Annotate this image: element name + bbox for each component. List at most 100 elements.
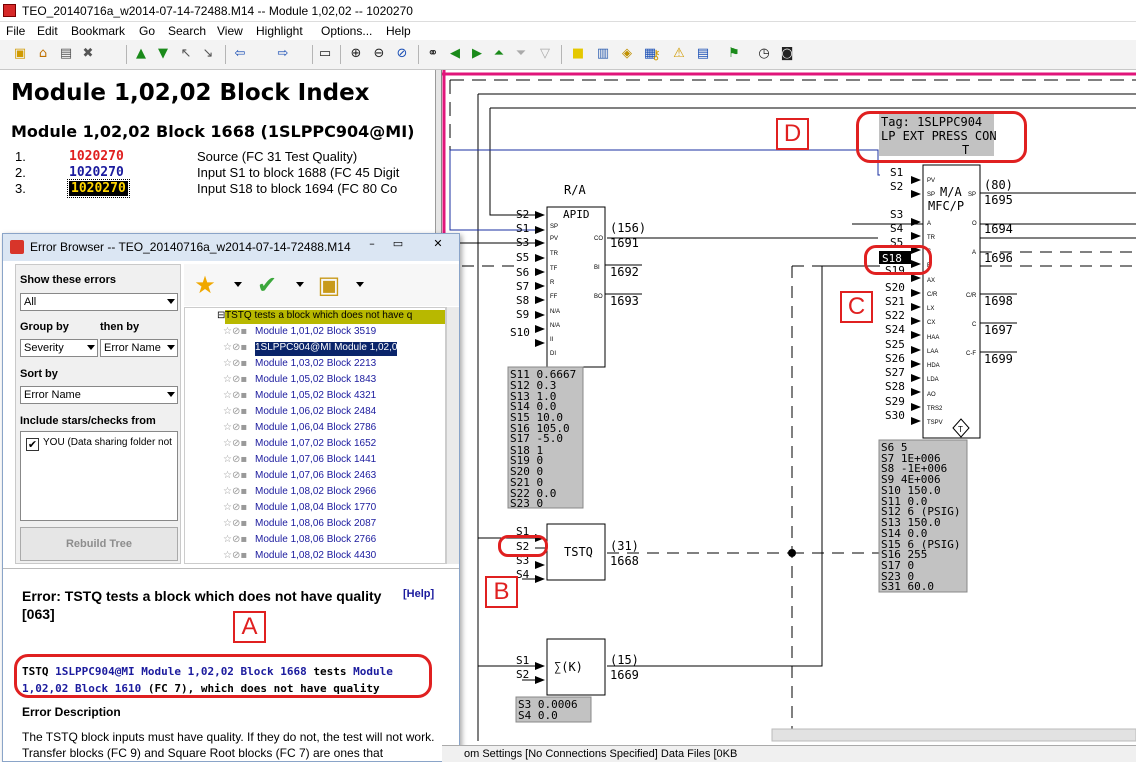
mfcp-output-block[interactable]: 1696 <box>984 251 1013 265</box>
chevron-down-icon[interactable] <box>296 282 304 287</box>
menu-edit[interactable]: Edit <box>37 24 58 38</box>
star-check-icon[interactable]: ☆⊘▪ <box>223 374 247 385</box>
star-check-icon[interactable]: ☆⊘▪ <box>223 342 247 353</box>
star-check-icon[interactable]: ☆⊘▪ <box>223 358 247 369</box>
tag-icon[interactable]: ◈ <box>619 46 635 62</box>
tree-group-header[interactable]: TSTQ tests a block which does not have q <box>225 310 445 324</box>
menu-bookmark[interactable]: Bookmark <box>71 24 125 38</box>
tree-item[interactable]: ☆⊘▪ Module 1,01,02 Block 3519 <box>223 326 376 340</box>
tree-item[interactable]: ☆⊘▪ Module 1,07,06 Block 1441 <box>223 454 376 468</box>
tree-item[interactable]: ☆⊘▪ Module 1,05,02 Block 4321 <box>223 390 376 404</box>
key-icon[interactable]: ⚷ <box>650 48 662 64</box>
star-check-icon[interactable]: ☆⊘▪ <box>223 326 247 337</box>
index-row-link[interactable]: 1020270 <box>69 165 124 180</box>
tree-item[interactable]: ☆⊘▪ Module 1,03,02 Block 2213 <box>223 358 376 372</box>
apid-output-block[interactable]: 1692 <box>610 265 639 279</box>
mfcp-output-block[interactable]: 1699 <box>984 352 1013 366</box>
menu-file[interactable]: File <box>6 24 25 38</box>
index-row-link-selected[interactable]: 1020270 <box>67 179 130 198</box>
up-icon[interactable]: ▲ <box>133 46 149 62</box>
close-window-icon[interactable]: ✕ <box>427 237 449 253</box>
flag-icon[interactable]: ⚑ <box>726 46 742 62</box>
star-check-icon[interactable]: ☆⊘▪ <box>223 550 247 561</box>
tstq-output-block[interactable]: 1668 <box>610 554 639 568</box>
mfcp-output-block[interactable]: 1697 <box>984 323 1013 337</box>
find-down-icon[interactable]: ▽ <box>537 46 553 62</box>
tree-item[interactable]: ☆⊘▪ Module 1,06,04 Block 2786 <box>223 422 376 436</box>
down-icon[interactable]: ▼ <box>155 46 171 62</box>
group-by-select[interactable]: Severity <box>20 339 98 357</box>
close-icon[interactable]: ✖ <box>80 46 96 62</box>
camera-icon[interactable]: ◙ <box>779 46 795 62</box>
tree-item[interactable]: ☆⊘▪ Module 1,06,02 Block 2484 <box>223 406 376 420</box>
chevron-down-icon[interactable] <box>234 282 242 287</box>
chevron-down-icon[interactable] <box>356 282 364 287</box>
apid-output-block[interactable]: 1693 <box>610 294 639 308</box>
save-icon[interactable]: ▣ <box>12 46 28 62</box>
star-check-icon[interactable]: ☆⊘▪ <box>223 422 247 433</box>
tree-scrollbar[interactable] <box>446 307 459 564</box>
home-icon[interactable]: ⌂ <box>35 46 51 62</box>
star-check-icon[interactable]: ☆⊘▪ <box>223 486 247 497</box>
bookmark-icon[interactable]: ▥ <box>595 46 611 62</box>
star-check-icon[interactable]: ☆⊘▪ <box>223 518 247 529</box>
expand-icon[interactable]: ↖ <box>178 46 194 62</box>
apid-output-block[interactable]: 1691 <box>610 236 639 250</box>
print-icon[interactable]: ▤ <box>58 46 74 62</box>
logic-diagram[interactable]: R/A APID S2 S1 S3 S5 S6 S7 S8 S9 S10 SP … <box>442 70 1136 762</box>
tree-item[interactable]: ☆⊘▪ Module 1,08,02 Block 2966 <box>223 486 376 500</box>
include-checkbox[interactable]: ✔ <box>26 438 39 451</box>
horizontal-scrollbar[interactable] <box>771 728 1136 742</box>
clock-icon[interactable]: ◷ <box>756 46 772 62</box>
prev-icon[interactable]: ◀ <box>447 46 463 62</box>
warning-icon[interactable]: ⚠ <box>671 46 687 62</box>
rebuild-tree-button[interactable]: Rebuild Tree <box>20 527 178 561</box>
zoom-in-icon[interactable]: ⊕ <box>348 46 364 62</box>
mfcp-block[interactable]: M/A MFC/P S1 S2 S3 S4 S5 S18 S19 S20 S21… <box>878 164 1136 593</box>
sum-output-block[interactable]: 1669 <box>610 668 639 682</box>
star-check-icon[interactable]: ☆⊘▪ <box>223 502 247 513</box>
menu-help[interactable]: Help <box>386 24 411 38</box>
menu-view[interactable]: View <box>217 24 243 38</box>
tree-item[interactable]: ☆⊘▪ Module 1,07,02 Block 1652 <box>223 438 376 452</box>
back-icon[interactable]: ⇦ <box>232 46 248 62</box>
list-icon[interactable]: ▤ <box>695 46 711 62</box>
next-icon[interactable]: ▶ <box>469 46 485 62</box>
find-prev-icon[interactable]: ⏶ <box>491 46 507 62</box>
add-folder-icon[interactable]: ▣ <box>314 271 344 299</box>
find-next-icon[interactable]: ⏷ <box>513 46 529 62</box>
binoculars-icon[interactable]: ⚭ <box>425 46 441 62</box>
tree-item[interactable]: ☆⊘▪ Module 1,08,06 Block 2087 <box>223 518 376 532</box>
sum-block[interactable]: ∑(K) S1 S2 (15) 1669 S3 0.0006 S4 0.0 <box>515 638 639 723</box>
tree-item-selected[interactable]: ☆⊘▪ 1SLPPC904@MI Module 1,02,0 <box>223 342 398 356</box>
zoom-out-icon[interactable]: ⊖ <box>371 46 387 62</box>
star-check-icon[interactable]: ☆⊘▪ <box>223 534 247 545</box>
window-icon[interactable]: ▭ <box>317 46 333 62</box>
then-by-select[interactable]: Error Name <box>100 339 178 357</box>
checkmark-icon[interactable]: ✔ <box>252 271 282 299</box>
menu-options[interactable]: Options... <box>321 24 372 38</box>
menu-highlight[interactable]: Highlight <box>256 24 303 38</box>
star-check-icon[interactable]: ☆⊘▪ <box>223 454 247 465</box>
star-check-icon[interactable]: ☆⊘▪ <box>223 438 247 449</box>
tree-item[interactable]: ☆⊘▪ Module 1,08,04 Block 1770 <box>223 502 376 516</box>
star-icon[interactable]: ★ <box>190 271 220 299</box>
tree-item[interactable]: ☆⊘▪ Module 1,08,02 Block 4430 <box>223 550 376 563</box>
mfcp-output-block[interactable]: 1694 <box>984 222 1013 236</box>
minimize-icon[interactable]: – <box>361 237 383 253</box>
error-tree[interactable]: ⊟ TSTQ tests a block which does not have… <box>184 307 446 564</box>
show-errors-select[interactable]: All <box>20 293 178 311</box>
star-check-icon[interactable]: ☆⊘▪ <box>223 390 247 401</box>
zoom-fit-icon[interactable]: ⊘ <box>394 46 410 62</box>
help-link[interactable]: [Help] <box>403 588 434 600</box>
apid-block[interactable]: R/A APID S2 S1 S3 S5 S6 S7 S8 S9 S10 SP … <box>507 183 646 510</box>
star-check-icon[interactable]: ☆⊘▪ <box>223 470 247 481</box>
sort-by-select[interactable]: Error Name <box>20 386 178 404</box>
highlight-icon[interactable]: ■ <box>570 46 586 62</box>
tree-item[interactable]: ☆⊘▪ Module 1,07,06 Block 2463 <box>223 470 376 484</box>
collapse-icon[interactable]: ↘ <box>200 46 216 62</box>
tree-item[interactable]: ☆⊘▪ Module 1,08,06 Block 2766 <box>223 534 376 548</box>
menu-search[interactable]: Search <box>168 24 206 38</box>
maximize-icon[interactable]: ▭ <box>387 237 409 253</box>
star-check-icon[interactable]: ☆⊘▪ <box>223 406 247 417</box>
